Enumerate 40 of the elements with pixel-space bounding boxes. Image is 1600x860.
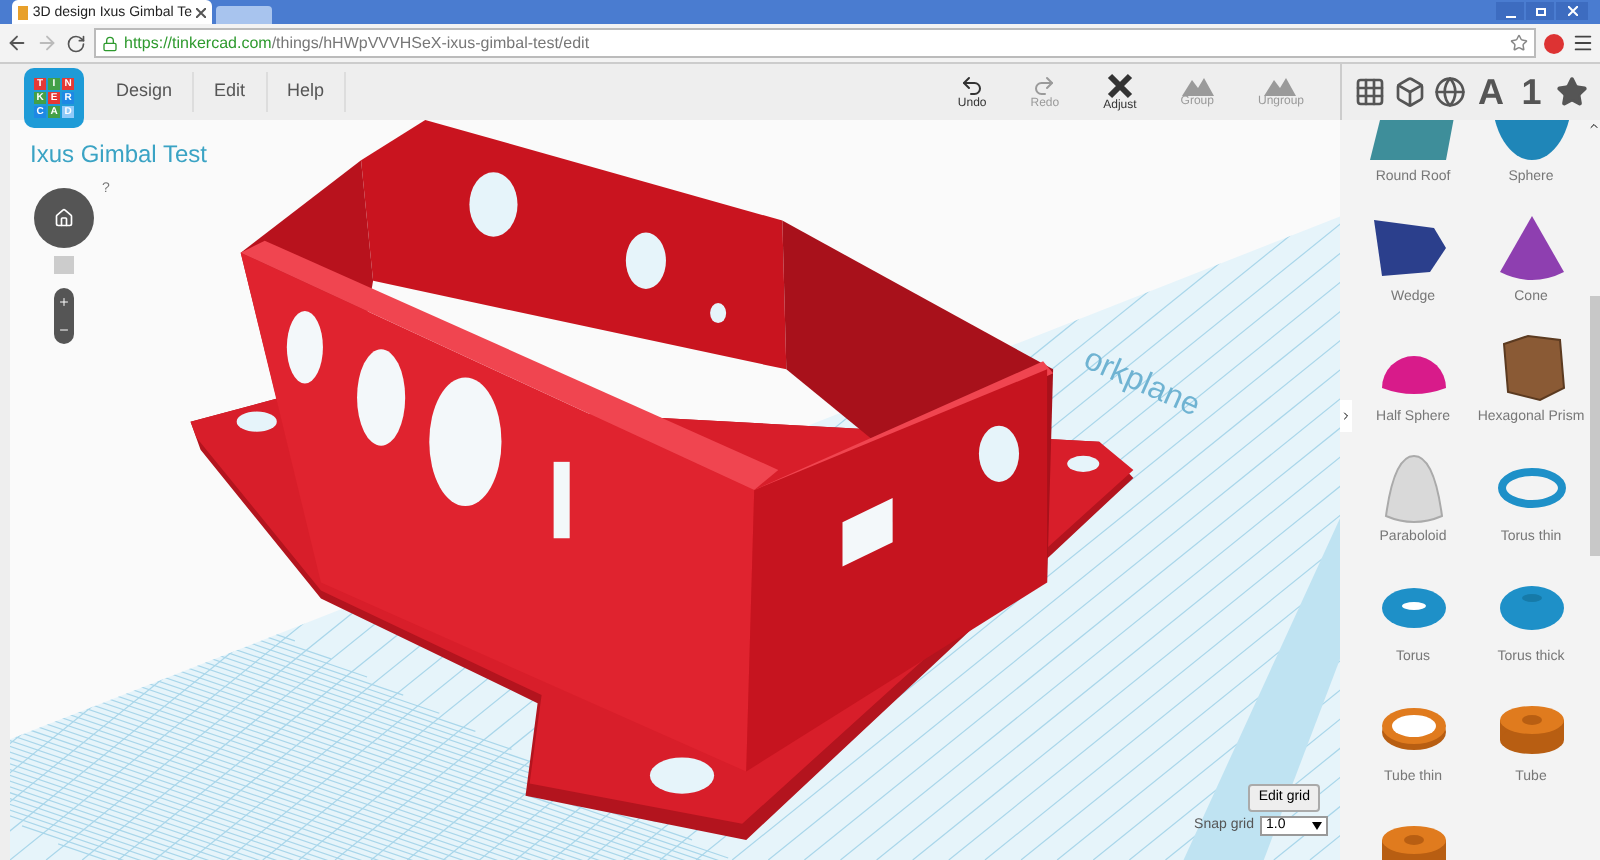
mountains-icon [1264,75,1297,95]
restore-button[interactable] [1526,2,1554,20]
zoom-control[interactable] [54,288,74,344]
menu-icon[interactable] [1572,32,1594,54]
close-window-button[interactable] [1556,2,1588,20]
menu-item[interactable]: Design [96,72,195,112]
menu-item[interactable]: Help [267,72,347,112]
palette-tab[interactable]: 1 [1511,72,1552,112]
tab-close-icon[interactable] [196,7,206,17]
reload-icon[interactable] [66,33,86,53]
undo-icon [960,73,985,97]
dropdown-caret-icon [1312,821,1322,830]
zoom-out-icon[interactable] [58,324,70,336]
extension-icon[interactable] [1544,33,1564,53]
bookmark-star-icon[interactable] [1510,34,1528,52]
palette-tab[interactable] [1430,72,1471,112]
menu-item[interactable]: Edit [194,72,268,112]
mountains-icon [1181,75,1214,95]
back-icon[interactable] [6,32,28,54]
chevron-right-icon [1340,410,1352,422]
scroll-up-icon[interactable] [1588,120,1600,132]
address-bar[interactable]: https://tinkercad.com/things/hHWpVVVHSeX-ixus-gimbal-test/edit [94,28,1536,58]
cube-icon [1394,76,1427,108]
lock-icon [102,35,118,51]
scrollbar-thumb[interactable] [1589,296,1599,556]
close-icon [1567,6,1577,16]
star-icon [1555,76,1588,108]
redo-icon [1032,73,1057,97]
favicon-icon [18,5,29,19]
minimize-button[interactable] [1496,2,1524,20]
globe-icon [1434,76,1467,108]
zoom-in-icon[interactable] [58,296,70,308]
crossed-tools-icon [1105,71,1134,99]
grid-icon [1354,76,1387,108]
home-icon [54,208,74,228]
palette-tab[interactable]: A [1471,72,1512,112]
design-title: Ixus Gimbal Test [30,138,207,172]
url-text: https://tinkercad.com/things/hHWpVVVHSeX-ixus-gimbal-test/edit [124,31,590,55]
collapse-tab[interactable] [1340,400,1352,432]
orbit-control[interactable] [34,188,94,248]
